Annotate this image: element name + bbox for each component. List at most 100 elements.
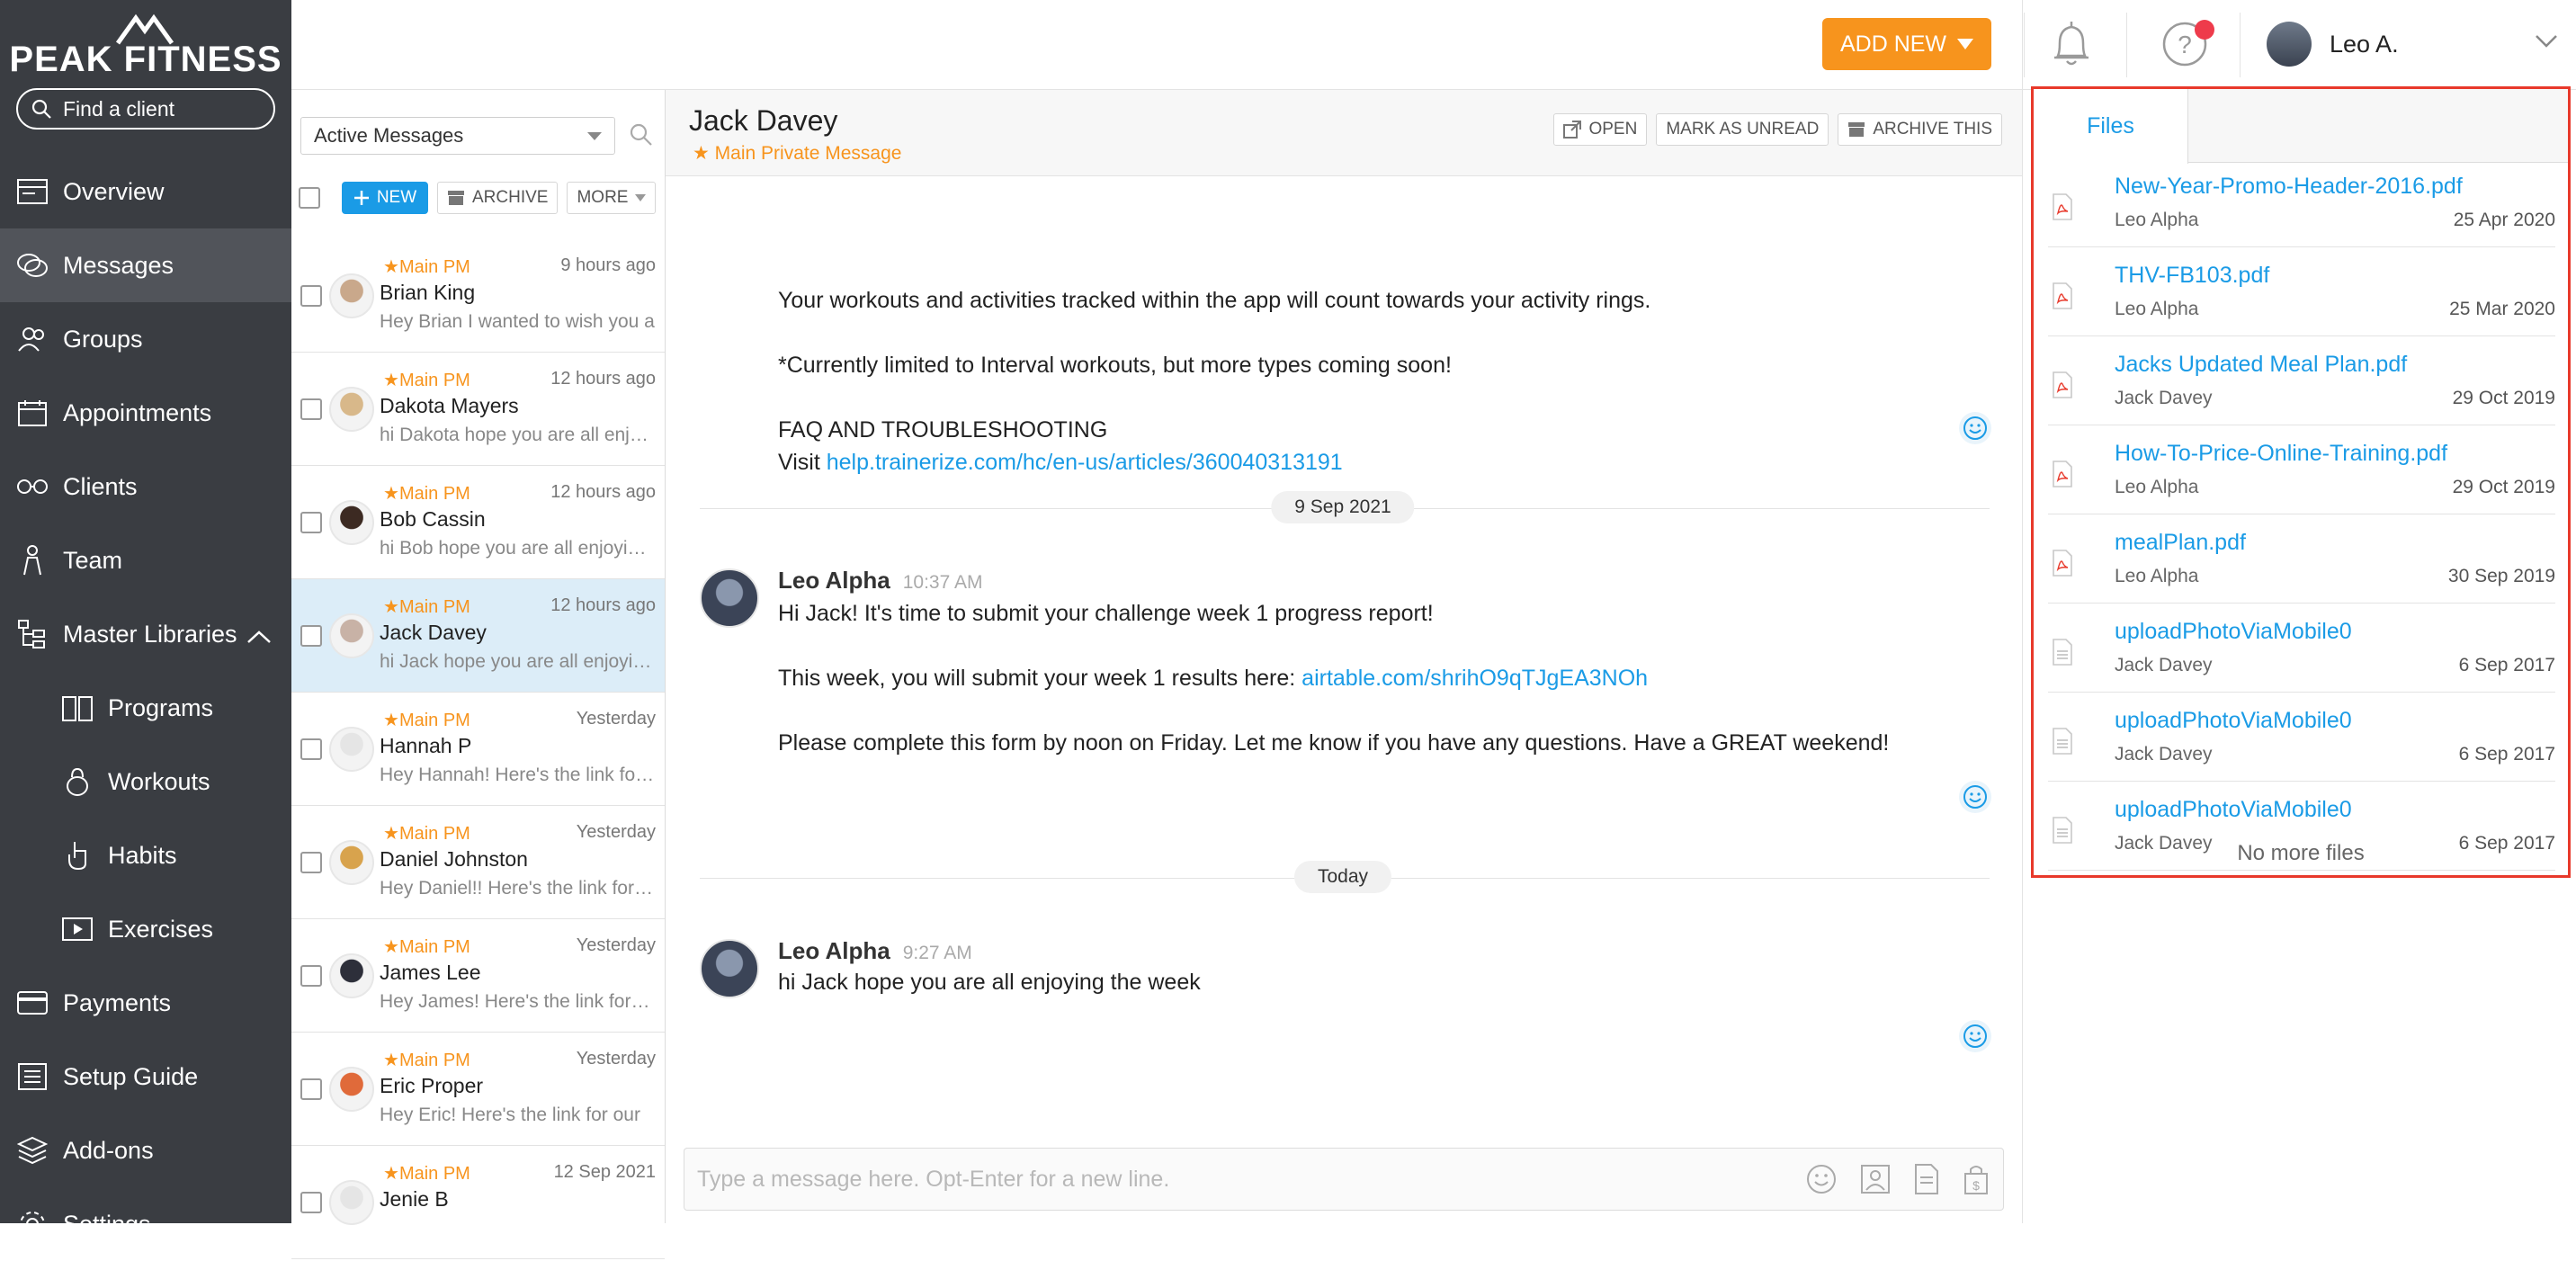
file-date: 29 Oct 2019 xyxy=(2452,388,2555,408)
file-name-link[interactable]: mealPlan.pdf xyxy=(2115,530,2246,556)
sidebar-item-clients[interactable]: Clients xyxy=(0,450,291,523)
conversation-checkbox[interactable] xyxy=(300,852,322,873)
notifications-button[interactable] xyxy=(2049,20,2094,75)
tag-text: Main PM xyxy=(398,371,470,390)
select-all-checkbox[interactable] xyxy=(299,187,320,209)
airtable-link[interactable]: airtable.com/shrihO9qTJgEA3NOh xyxy=(1301,666,1648,691)
conversation-name: Eric Proper xyxy=(380,1074,484,1097)
conversation-row[interactable]: ★Main PM 12 Sep 2021 Jenie B xyxy=(291,1146,665,1259)
file-name-link[interactable]: How-To-Price-Online-Training.pdf xyxy=(2115,441,2447,467)
sidebar-item-exercises[interactable]: Exercises xyxy=(0,892,291,966)
attach-file-icon[interactable] xyxy=(1913,1163,1940,1195)
message-filter-select[interactable]: Active Messages xyxy=(300,117,615,155)
file-name-link[interactable]: uploadPhotoViaMobile0 xyxy=(2115,619,2352,645)
sidebar-item-workouts[interactable]: Workouts xyxy=(0,745,291,818)
avatar xyxy=(329,273,374,318)
file-name-link[interactable]: New-Year-Promo-Header-2016.pdf xyxy=(2115,174,2463,200)
conversation-preview: Hey Brian I wanted to wish you a xyxy=(380,311,655,332)
file-row[interactable]: uploadPhotoViaMobile0 Jack Davey 6 Sep 201… xyxy=(2048,612,2555,693)
archive-button[interactable]: ARCHIVE xyxy=(437,182,559,214)
file-row[interactable]: THV-FB103.pdf Leo Alpha 25 Mar 2020 xyxy=(2048,255,2555,336)
chevron-down-icon[interactable] xyxy=(2535,34,2558,53)
react-emoji-button[interactable] xyxy=(1959,781,1991,813)
mark-unread-button[interactable]: MARK AS UNREAD xyxy=(1656,113,1829,146)
conversation-row[interactable]: ★Main PM Yesterday Hannah P Hey Hannah! Her… xyxy=(291,693,665,806)
panel-divider xyxy=(2022,0,2023,1223)
conversation-tag: ★Main PM xyxy=(383,597,470,617)
archive-this-button[interactable]: ARCHIVE THIS xyxy=(1838,113,2002,146)
conversation-row[interactable]: ★Main PM 12 hours ago Dakota Mayers hi Dako… xyxy=(291,353,665,466)
tag-text: Main PM xyxy=(398,937,470,957)
new-message-button[interactable]: NEW xyxy=(342,182,428,214)
emoji-picker-icon[interactable] xyxy=(1805,1163,1838,1195)
sidebar-item-programs[interactable]: Programs xyxy=(0,671,291,745)
sidebar-item-groups[interactable]: Groups xyxy=(0,302,291,376)
react-emoji-button[interactable] xyxy=(1959,412,1991,444)
file-row[interactable]: Jacks Updated Meal Plan.pdf Jack Davey 29 … xyxy=(2048,344,2555,425)
conversation-checkbox[interactable] xyxy=(300,285,322,307)
date-separator: 9 Sep 2021 xyxy=(1271,491,1415,523)
sidebar-item-appointments[interactable]: Appointments xyxy=(0,376,291,450)
file-row[interactable]: mealPlan.pdf Leo Alpha 30 Sep 2019 xyxy=(2048,523,2555,604)
chevron-up-icon[interactable] xyxy=(246,622,272,650)
message-composer[interactable]: Type a message here. Opt-Enter for a new… xyxy=(684,1148,2004,1211)
attach-photo-icon[interactable] xyxy=(1859,1163,1892,1195)
user-menu[interactable]: Leo A. xyxy=(2267,22,2399,67)
file-name-link[interactable]: uploadPhotoViaMobile0 xyxy=(2115,708,2352,734)
search-icon[interactable] xyxy=(628,121,653,151)
conversation-row[interactable]: ★Main PM 12 hours ago Jack Davey hi Jack ho… xyxy=(291,579,665,693)
brand-logo[interactable]: PEAK FITNESS xyxy=(0,0,291,86)
payment-request-icon[interactable]: $ xyxy=(1962,1163,1990,1195)
file-name-link[interactable]: THV-FB103.pdf xyxy=(2115,263,2269,289)
sidebar-item-master-libraries[interactable]: Master Libraries xyxy=(0,597,291,671)
conversation-checkbox[interactable] xyxy=(300,965,322,987)
sidebar-item-overview[interactable]: Overview xyxy=(0,155,291,228)
sidebar-item-team[interactable]: Team xyxy=(0,523,291,597)
archive-icon xyxy=(1848,122,1865,137)
file-row[interactable]: uploadPhotoViaMobile0 Jack Davey 6 Sep 201… xyxy=(2048,701,2555,782)
react-emoji-button[interactable] xyxy=(1959,1020,1991,1052)
conversation-row[interactable]: ★Main PM Yesterday Daniel Johnston Hey Dani… xyxy=(291,806,665,919)
sidebar-item-messages[interactable]: Messages xyxy=(0,228,291,302)
find-client-search[interactable]: Find a client xyxy=(16,88,275,130)
file-owner: Jack Davey xyxy=(2115,744,2213,765)
conversation-checkbox[interactable] xyxy=(300,512,322,533)
tag-text: Main PM xyxy=(398,597,470,617)
files-tab-bar: Files xyxy=(2034,89,2568,164)
files-panel: Files New-Year-Promo-Header-2016.pdf Leo … xyxy=(2031,86,2571,878)
avatar xyxy=(329,500,374,545)
file-row[interactable]: How-To-Price-Online-Training.pdf Leo Alph… xyxy=(2048,434,2555,514)
conversation-checkbox[interactable] xyxy=(300,1192,322,1213)
sidebar-item-add-ons[interactable]: Add-ons xyxy=(0,1113,291,1187)
conversation-checkbox[interactable] xyxy=(300,625,322,647)
conversation-checkbox[interactable] xyxy=(300,738,322,760)
add-new-button[interactable]: ADD NEW xyxy=(1822,18,1991,70)
settings-icon xyxy=(14,1206,50,1242)
conversation-row[interactable]: ★Main PM 9 hours ago Brian King Hey Brian I… xyxy=(291,239,665,353)
mark-unread-label: MARK AS UNREAD xyxy=(1666,120,1820,139)
new-label: NEW xyxy=(376,188,417,207)
file-owner: Jack Davey xyxy=(2115,388,2213,408)
sidebar-item-settings[interactable]: Settings xyxy=(0,1187,291,1261)
more-dropdown[interactable]: MORE xyxy=(567,182,657,214)
sidebar-item-payments[interactable]: Payments xyxy=(0,966,291,1040)
sidebar-item-setup-guide[interactable]: Setup Guide xyxy=(0,1040,291,1113)
conversation-row[interactable]: ★Main PM 12 hours ago Bob Cassin hi Bob hop… xyxy=(291,466,665,579)
file-row[interactable]: New-Year-Promo-Header-2016.pdf Leo Alpha 2… xyxy=(2048,166,2555,247)
caret-down-icon xyxy=(1957,39,1974,49)
conversation-checkbox[interactable] xyxy=(300,1078,322,1100)
conversation-time: 12 hours ago xyxy=(550,369,656,389)
chat-contact-name: Jack Davey xyxy=(689,104,838,137)
conversation-row[interactable]: ★Main PM Yesterday James Lee Hey James! Her… xyxy=(291,919,665,1033)
conversation-name: Bob Cassin xyxy=(380,507,486,531)
file-name-link[interactable]: uploadPhotoViaMobile0 xyxy=(2115,797,2352,823)
tab-files[interactable]: Files xyxy=(2034,89,2188,164)
file-name-link[interactable]: Jacks Updated Meal Plan.pdf xyxy=(2115,352,2407,378)
conversation-tag: ★Main PM xyxy=(383,711,470,730)
conversation-checkbox[interactable] xyxy=(300,398,322,420)
conversation-name: Jack Davey xyxy=(380,621,487,644)
sidebar-item-habits[interactable]: Habits xyxy=(0,818,291,892)
conversation-row[interactable]: ★Main PM Yesterday Eric Proper Hey Eric! He… xyxy=(291,1033,665,1146)
help-article-link[interactable]: help.trainerize.com/hc/en-us/articles/36… xyxy=(827,450,1343,475)
open-button[interactable]: OPEN xyxy=(1553,113,1648,146)
